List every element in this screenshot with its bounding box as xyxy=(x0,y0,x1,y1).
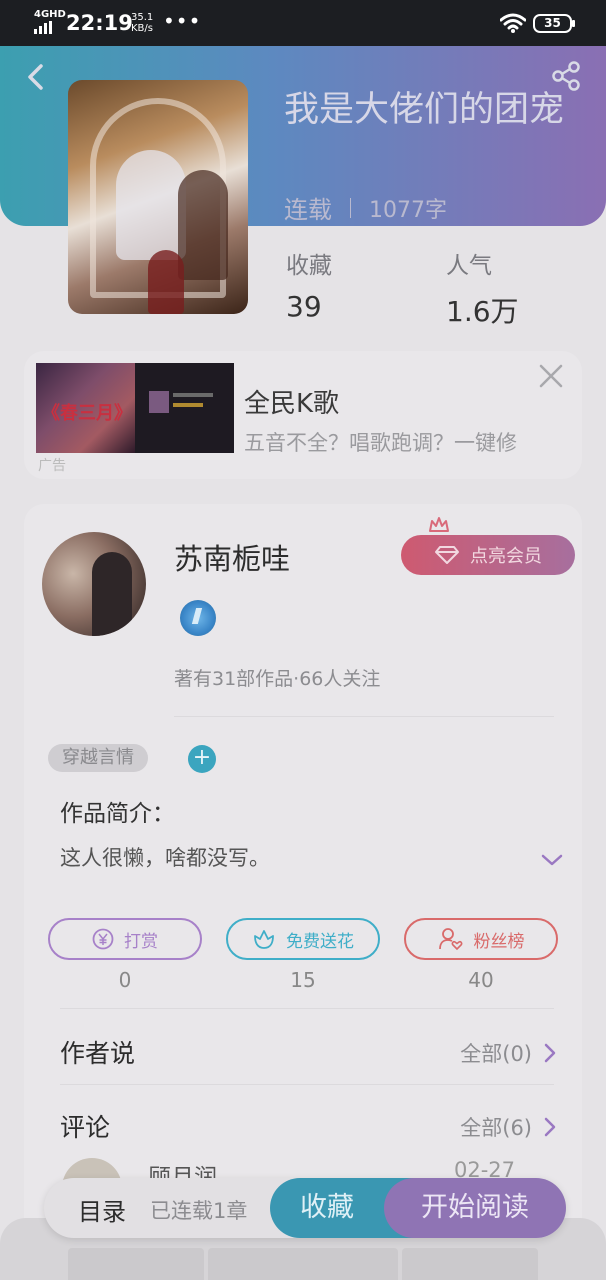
comments-row[interactable]: 评论 全部(6) xyxy=(60,1108,560,1148)
author-says-title: 作者说 xyxy=(60,1039,136,1068)
avatar[interactable] xyxy=(42,532,146,636)
user-heart-icon xyxy=(438,928,462,951)
ad-banner[interactable]: 《春三月》 全民K歌 五音不全？唱歌跑调？一键修 广告 xyxy=(24,351,582,479)
sheet-segment xyxy=(68,1248,204,1280)
serial-chapters: 已连载1章 xyxy=(150,1199,248,1223)
start-reading-button[interactable]: 开始阅读 xyxy=(384,1178,566,1238)
ad-image-right xyxy=(135,363,234,453)
network-speed-value: 35.1 xyxy=(131,12,154,23)
wifi-icon xyxy=(500,13,526,33)
author-says-all: 全部(0) xyxy=(460,1042,532,1066)
ad-title: 全民K歌 xyxy=(244,389,340,419)
ad-image: 《春三月》 xyxy=(36,363,234,453)
book-cover[interactable] xyxy=(68,80,248,314)
cover-figure xyxy=(116,150,186,260)
ad-image-text: 《春三月》 xyxy=(42,403,132,424)
comments-all: 全部(6) xyxy=(460,1116,532,1140)
word-count: 1077字 xyxy=(369,197,447,223)
author-name[interactable]: 苏南栀哇 xyxy=(174,536,290,578)
fans-count: 40 xyxy=(468,968,494,992)
comment-date: 02-27 xyxy=(454,1158,516,1180)
medal-icon[interactable] xyxy=(180,600,216,636)
cover-figure xyxy=(178,170,228,280)
more-notifications: ••• xyxy=(163,9,202,33)
author-says-row[interactable]: 作者说 全部(0) xyxy=(60,1034,560,1074)
divider xyxy=(60,1084,554,1085)
divider xyxy=(60,1008,554,1009)
signal-icon xyxy=(34,21,52,34)
chevron-right-icon xyxy=(544,1043,556,1063)
flower-count: 15 xyxy=(290,968,316,992)
status-time: 22:19 xyxy=(66,11,133,35)
bottom-action-bar: 目录 已连载1章 收藏 开始阅读 xyxy=(44,1178,566,1238)
toc-button[interactable]: 目录 xyxy=(78,1192,126,1227)
send-flower-button[interactable]: 免费送花 xyxy=(226,918,380,960)
add-tag-button[interactable]: + xyxy=(188,745,216,773)
vip-button[interactable]: 点亮会员 xyxy=(401,535,575,575)
fans-label: 粉丝榜 xyxy=(473,931,525,952)
crown-icon xyxy=(429,517,449,532)
network-speed: 35.1 KB/s xyxy=(131,12,153,34)
author-meta: 著有31部作品·66人关注 xyxy=(174,668,381,690)
popularity-label: 人气 xyxy=(446,253,492,279)
ad-tag: 广告 xyxy=(38,458,66,474)
sheet-segment xyxy=(402,1248,538,1280)
genre-tag[interactable]: 穿越言情 xyxy=(48,744,148,772)
book-title: 我是大佬们的团宠 xyxy=(284,90,565,130)
flower-label: 免费送花 xyxy=(286,931,354,952)
sheet-segment xyxy=(208,1248,398,1280)
add-favorite-label: 收藏 xyxy=(300,1192,354,1223)
chevron-down-icon[interactable] xyxy=(540,852,564,868)
vip-label: 点亮会员 xyxy=(470,546,542,567)
battery-indicator: 35 xyxy=(533,14,575,33)
fans-ranking-button[interactable]: 粉丝榜 xyxy=(404,918,558,960)
status-separator xyxy=(350,197,351,218)
chevron-right-icon xyxy=(544,1117,556,1137)
author-card: 苏南栀哇 点亮会员 著有31部作品·66人关注 穿越言情 + 作品简介： 这人很… xyxy=(24,504,582,1280)
reward-label: 打赏 xyxy=(124,931,158,952)
reward-count: 0 xyxy=(118,968,132,992)
favorites-stat: 收藏 39 xyxy=(286,246,332,323)
favorites-label: 收藏 xyxy=(286,253,332,279)
comments-title: 评论 xyxy=(60,1113,111,1142)
popularity-value: 1.6万 xyxy=(446,295,519,328)
popularity-stat: 人气 1.6万 xyxy=(446,246,519,330)
book-status-line: 连载 1077字 xyxy=(284,190,447,225)
cover-figure xyxy=(148,250,184,314)
close-icon[interactable] xyxy=(538,363,564,389)
divider xyxy=(174,716,554,717)
diamond-icon xyxy=(435,546,459,564)
back-icon[interactable] xyxy=(22,62,52,92)
comments-link[interactable]: 全部(6) xyxy=(460,1112,556,1142)
network-speed-unit: KB/s xyxy=(131,23,153,34)
favorites-value: 39 xyxy=(286,290,322,323)
ad-image-left: 《春三月》 xyxy=(36,363,135,453)
reward-button[interactable]: 打赏 xyxy=(48,918,202,960)
network-type: 4GHD xyxy=(34,9,66,20)
yuan-icon xyxy=(92,928,114,950)
author-says-link[interactable]: 全部(0) xyxy=(460,1038,556,1068)
comment-author: 顾月润 xyxy=(148,1165,217,1180)
status-bar: 4GHD 22:19 35.1 KB/s ••• 35 xyxy=(0,0,606,46)
flower-icon xyxy=(254,930,274,949)
intro-title: 作品简介： xyxy=(60,801,175,827)
intro-text: 这人很懒，啥都没写。 xyxy=(60,846,270,870)
ad-description: 五音不全？唱歌跑调？一键修 xyxy=(244,431,517,455)
book-status: 连载 xyxy=(284,196,332,224)
